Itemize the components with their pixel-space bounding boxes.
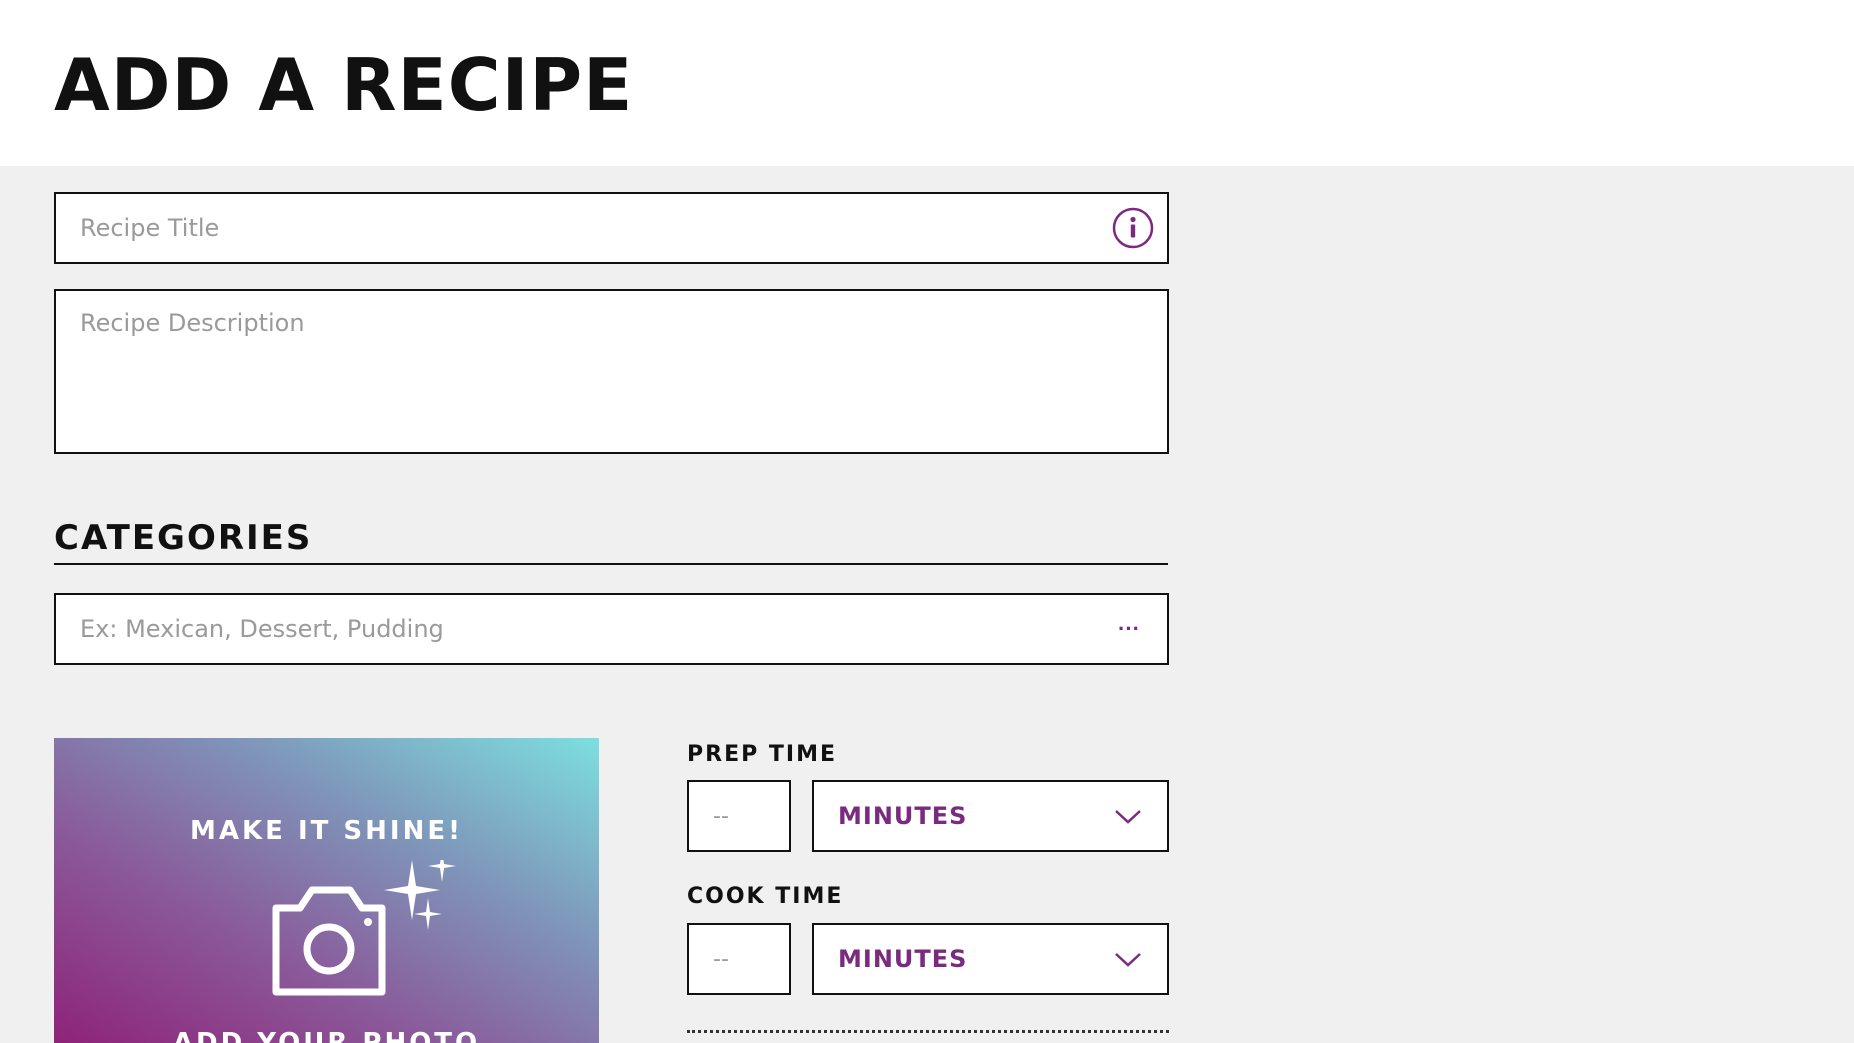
camera-icon — [272, 860, 456, 996]
time-section-divider — [687, 1030, 1169, 1033]
cook-time-label: COOK TIME — [687, 884, 844, 909]
recipe-title-field[interactable] — [54, 192, 1169, 264]
categories-divider — [54, 563, 1168, 565]
recipe-description-input[interactable] — [80, 309, 1140, 439]
recipe-description-field[interactable] — [54, 289, 1169, 454]
page-title: ADD A RECIPE — [54, 43, 634, 127]
cook-time-field[interactable] — [687, 923, 791, 995]
sparkle-icon — [384, 860, 456, 930]
info-icon[interactable] — [1111, 206, 1155, 250]
chevron-down-icon — [1115, 810, 1141, 824]
prep-time-field[interactable] — [687, 780, 791, 852]
categories-field[interactable]: ··· — [54, 593, 1169, 665]
cook-time-unit-value: MINUTES — [838, 945, 968, 973]
prep-time-unit-value: MINUTES — [838, 802, 968, 830]
page-header: ADD A RECIPE — [0, 0, 1854, 166]
prep-time-input[interactable] — [689, 782, 789, 850]
recipe-title-input[interactable] — [80, 194, 1080, 262]
chevron-down-icon — [1115, 953, 1141, 967]
prep-time-unit-select[interactable]: MINUTES — [812, 780, 1169, 852]
more-icon[interactable]: ··· — [1117, 617, 1141, 641]
add-photo-card[interactable]: MAKE IT SHINE! ADD YOUR PHOTO — [54, 738, 599, 1043]
cook-time-unit-select[interactable]: MINUTES — [812, 923, 1169, 995]
categories-input[interactable] — [80, 595, 1080, 663]
categories-heading: CATEGORIES — [54, 518, 313, 558]
cook-time-input[interactable] — [689, 925, 789, 993]
add-photo-label: ADD YOUR PHOTO — [172, 1028, 481, 1043]
photo-heading: MAKE IT SHINE! — [190, 816, 463, 846]
prep-time-label: PREP TIME — [687, 742, 837, 767]
